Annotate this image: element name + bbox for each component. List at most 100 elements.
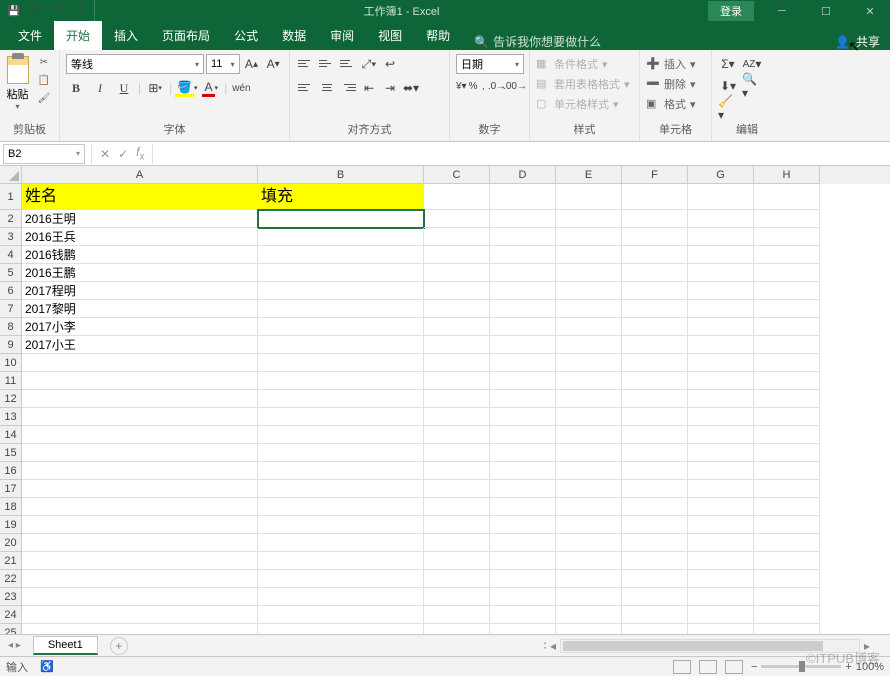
cell[interactable] xyxy=(22,606,258,624)
format-as-table-button[interactable]: ▤套用表格格式▾ xyxy=(536,74,633,94)
cell[interactable]: 2016王鹏 xyxy=(22,264,258,282)
cell[interactable] xyxy=(556,228,622,246)
cell[interactable] xyxy=(490,480,556,498)
decrease-font-icon[interactable]: A▾ xyxy=(263,54,283,74)
wrap-text-icon[interactable]: ↩ xyxy=(380,54,400,74)
cell[interactable] xyxy=(622,552,688,570)
cell[interactable] xyxy=(424,570,490,588)
cell[interactable] xyxy=(424,246,490,264)
cell[interactable] xyxy=(22,498,258,516)
cell[interactable] xyxy=(688,624,754,634)
cell[interactable]: 2016王兵 xyxy=(22,228,258,246)
cell[interactable] xyxy=(22,480,258,498)
currency-icon[interactable]: ¥▾ xyxy=(456,78,467,94)
cell[interactable] xyxy=(754,300,820,318)
cell[interactable] xyxy=(490,210,556,228)
cell[interactable] xyxy=(688,444,754,462)
autosum-icon[interactable]: Σ▾ xyxy=(718,54,738,74)
cell[interactable]: 2017黎明 xyxy=(22,300,258,318)
cell[interactable] xyxy=(688,246,754,264)
cell[interactable] xyxy=(424,426,490,444)
cell[interactable] xyxy=(490,462,556,480)
close-icon[interactable]: ✕ xyxy=(850,0,890,22)
font-size-combo[interactable]: 11▾ xyxy=(206,54,240,74)
cell[interactable] xyxy=(258,318,424,336)
cell[interactable] xyxy=(556,498,622,516)
orientation-icon[interactable]: ⤢▾ xyxy=(359,54,379,74)
cell[interactable] xyxy=(424,318,490,336)
cell[interactable] xyxy=(258,282,424,300)
save-icon[interactable]: 💾 xyxy=(6,3,22,19)
cell[interactable] xyxy=(622,408,688,426)
cell[interactable] xyxy=(424,264,490,282)
cell[interactable] xyxy=(22,462,258,480)
cell[interactable] xyxy=(754,390,820,408)
column-header[interactable]: C xyxy=(424,166,490,184)
cell[interactable] xyxy=(490,534,556,552)
cell[interactable] xyxy=(622,516,688,534)
cell[interactable] xyxy=(688,210,754,228)
cell[interactable] xyxy=(622,606,688,624)
cell[interactable] xyxy=(622,354,688,372)
paste-button[interactable]: 粘贴 ▾ xyxy=(6,54,29,111)
cell[interactable] xyxy=(556,426,622,444)
cell[interactable] xyxy=(490,426,556,444)
underline-button[interactable]: U xyxy=(114,78,134,98)
sheet-tab[interactable]: Sheet1 xyxy=(33,636,98,655)
cell[interactable] xyxy=(258,462,424,480)
cell[interactable] xyxy=(424,516,490,534)
cell[interactable] xyxy=(622,498,688,516)
cell[interactable] xyxy=(622,480,688,498)
cell[interactable] xyxy=(490,390,556,408)
row-header[interactable]: 9 xyxy=(0,336,22,354)
cell[interactable] xyxy=(688,480,754,498)
cell[interactable] xyxy=(490,552,556,570)
tab-page-layout[interactable]: 页面布局 xyxy=(150,21,222,50)
cell[interactable] xyxy=(556,300,622,318)
cell[interactable] xyxy=(424,408,490,426)
cell[interactable] xyxy=(22,408,258,426)
row-header[interactable]: 19 xyxy=(0,516,22,534)
cell[interactable] xyxy=(556,552,622,570)
cell[interactable] xyxy=(754,552,820,570)
cell[interactable] xyxy=(754,246,820,264)
cell[interactable] xyxy=(424,624,490,634)
cell[interactable] xyxy=(556,588,622,606)
cell[interactable] xyxy=(556,372,622,390)
normal-view-icon[interactable] xyxy=(673,660,691,674)
accessibility-icon[interactable]: ♿ xyxy=(40,660,54,673)
cell[interactable] xyxy=(688,336,754,354)
column-header[interactable]: E xyxy=(556,166,622,184)
cell[interactable] xyxy=(490,184,556,210)
cell[interactable] xyxy=(688,570,754,588)
page-layout-view-icon[interactable] xyxy=(699,660,717,674)
cell[interactable] xyxy=(490,570,556,588)
conditional-format-button[interactable]: ▦条件格式▾ xyxy=(536,54,633,74)
cell[interactable] xyxy=(258,516,424,534)
redo-icon[interactable]: ↷ xyxy=(50,3,66,19)
column-header[interactable]: F xyxy=(622,166,688,184)
cell[interactable] xyxy=(22,534,258,552)
row-header[interactable]: 20 xyxy=(0,534,22,552)
cell[interactable] xyxy=(622,570,688,588)
cell[interactable] xyxy=(754,570,820,588)
cell[interactable] xyxy=(754,588,820,606)
maximize-icon[interactable]: ☐ xyxy=(806,0,846,22)
zoom-out-icon[interactable]: − xyxy=(751,661,757,673)
cell[interactable] xyxy=(622,444,688,462)
font-color-icon[interactable]: A▾ xyxy=(200,78,220,98)
cell[interactable] xyxy=(754,408,820,426)
cell[interactable] xyxy=(424,336,490,354)
cell[interactable] xyxy=(258,300,424,318)
tab-help[interactable]: 帮助 xyxy=(414,21,462,50)
row-header[interactable]: 14 xyxy=(0,426,22,444)
sheet-nav[interactable]: ◂ ▸ xyxy=(0,640,29,651)
cell[interactable] xyxy=(424,210,490,228)
cell[interactable] xyxy=(556,534,622,552)
merge-icon[interactable]: ⬌▾ xyxy=(401,78,421,98)
cell[interactable] xyxy=(754,606,820,624)
cell[interactable] xyxy=(688,408,754,426)
cell[interactable] xyxy=(490,300,556,318)
cell[interactable] xyxy=(754,282,820,300)
cell[interactable] xyxy=(688,588,754,606)
